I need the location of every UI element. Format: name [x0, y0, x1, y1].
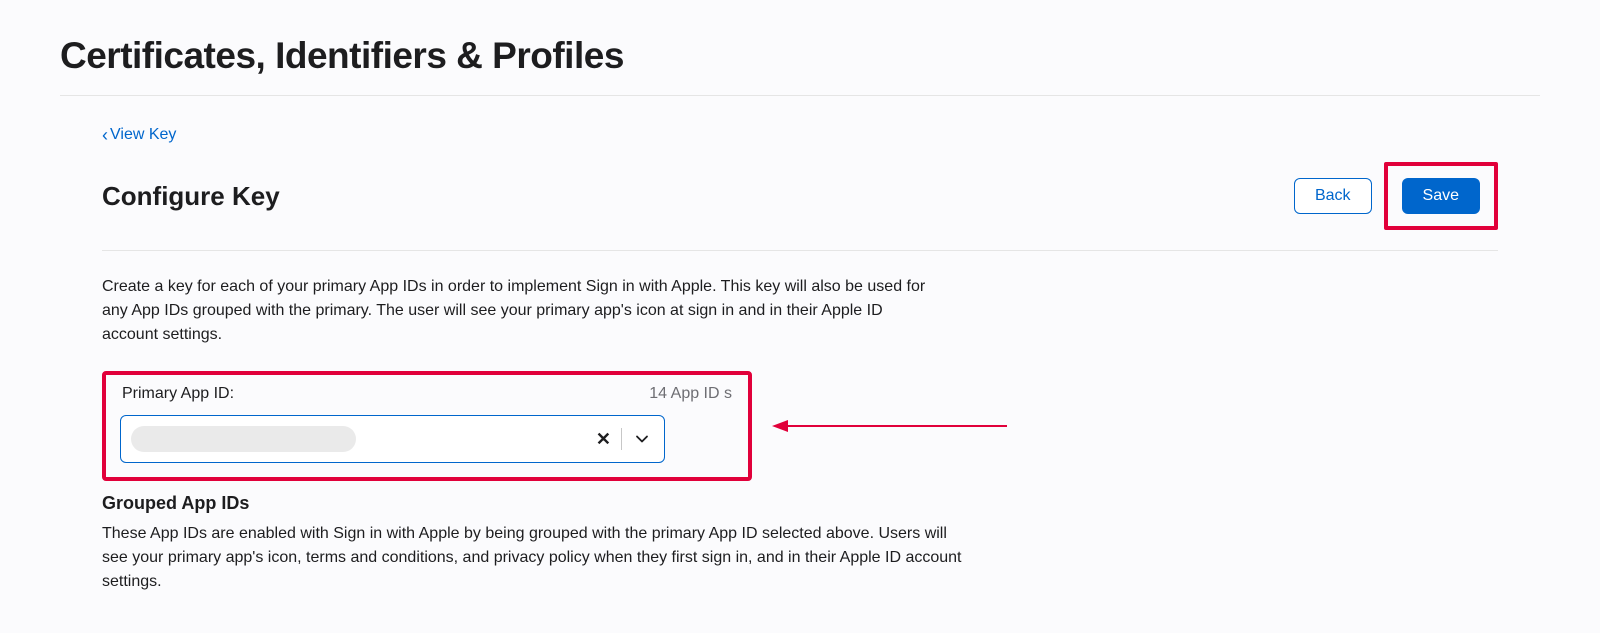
- app-id-count: 14 App ID s: [649, 385, 732, 403]
- arrow-annotation: [772, 411, 1012, 441]
- configure-description: Create a key for each of your primary Ap…: [102, 275, 932, 347]
- page-title: Certificates, Identifiers & Profiles: [60, 0, 1540, 96]
- primary-app-id-highlight-annotation: Primary App ID: 14 App ID s ✕: [102, 371, 752, 481]
- view-key-back-link[interactable]: ‹ View Key: [102, 126, 176, 144]
- primary-app-id-value-redacted: [131, 426, 356, 452]
- header-row: Configure Key Back Save: [102, 162, 1498, 251]
- save-highlight-annotation: Save: [1384, 162, 1498, 230]
- grouped-app-ids-title: Grouped App IDs: [102, 493, 1498, 514]
- save-button[interactable]: Save: [1402, 178, 1480, 214]
- back-button[interactable]: Back: [1294, 178, 1372, 214]
- chevron-left-icon: ‹: [102, 126, 108, 144]
- configure-key-title: Configure Key: [102, 181, 280, 212]
- clear-icon[interactable]: ✕: [586, 429, 621, 450]
- primary-app-id-select[interactable]: ✕: [120, 415, 665, 463]
- grouped-app-ids-description: These App IDs are enabled with Sign in w…: [102, 522, 962, 594]
- primary-app-id-label: Primary App ID:: [122, 385, 234, 403]
- chevron-down-icon[interactable]: [622, 431, 654, 447]
- back-link-label: View Key: [110, 126, 176, 144]
